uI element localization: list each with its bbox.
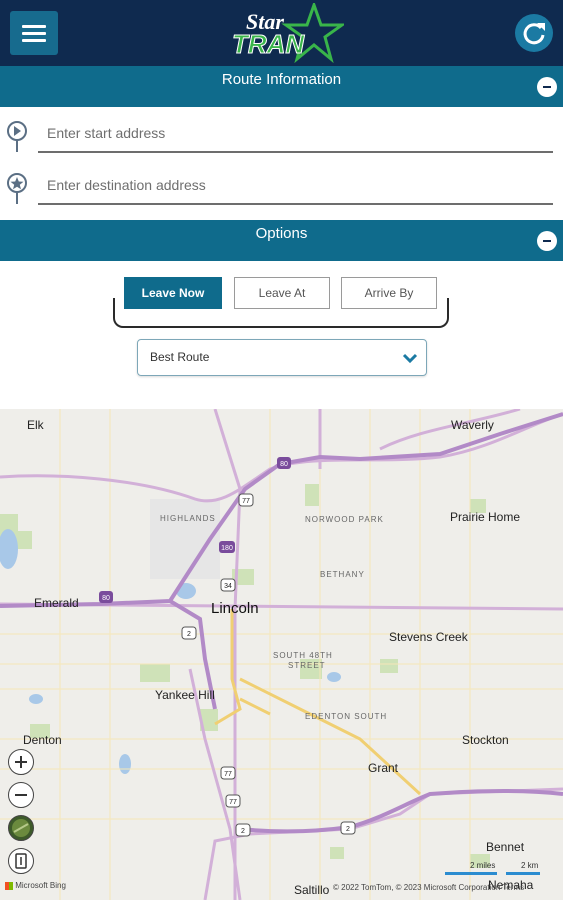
svg-text:77: 77 <box>224 771 232 778</box>
layers-icon <box>15 853 27 869</box>
leave-at-button[interactable]: Leave At <box>234 277 330 309</box>
map-label-south-48th: SOUTH 48TH <box>273 651 333 660</box>
map-label-saltillo: Saltillo <box>294 883 330 897</box>
startran-logo: Star TRAN <box>228 0 347 64</box>
chevron-down-icon <box>402 353 418 364</box>
map-label-stevens-creek: Stevens Creek <box>389 630 468 644</box>
plus-icon <box>15 756 27 768</box>
options-collapse-button[interactable] <box>537 231 557 251</box>
route-type-value: Best Route <box>150 350 210 364</box>
svg-text:2: 2 <box>346 826 350 833</box>
map-label-yankee-hill: Yankee Hill <box>155 688 215 702</box>
svg-text:80: 80 <box>102 595 110 602</box>
options-bar[interactable]: Options <box>0 220 563 261</box>
svg-text:2: 2 <box>187 631 191 638</box>
svg-text:77: 77 <box>242 498 250 505</box>
map-label-prairie-home: Prairie Home <box>450 510 521 524</box>
arrive-by-button[interactable]: Arrive By <box>341 277 437 309</box>
map-label-lincoln: Lincoln <box>211 600 259 617</box>
scale-km-label: 2 km <box>521 861 539 870</box>
start-address-row <box>0 115 563 167</box>
map-label-edenton-south: EDENTON SOUTH <box>305 712 388 721</box>
route-info-bar[interactable]: Route Information <box>0 66 563 107</box>
start-location-pin-icon <box>7 121 27 152</box>
map-label-bethany: BETHANY <box>320 570 365 579</box>
hamburger-icon-bar <box>22 39 46 42</box>
svg-text:77: 77 <box>229 799 237 806</box>
zoom-out-button[interactable] <box>8 782 34 808</box>
satellite-icon <box>12 819 30 837</box>
map-copyright[interactable]: © 2022 TomTom, © 2023 Microsoft Corporat… <box>333 883 524 892</box>
zoom-in-button[interactable] <box>8 749 34 775</box>
map-label-norwood-park: NORWOOD PARK <box>305 515 384 524</box>
route-info-title: Route Information <box>221 71 342 88</box>
route-info-collapse-button[interactable] <box>537 77 557 97</box>
refresh-button[interactable] <box>515 14 553 52</box>
start-address-input[interactable] <box>38 115 553 153</box>
route-type-select[interactable]: Best Route <box>137 339 427 376</box>
svg-text:34: 34 <box>224 583 232 590</box>
logo-tran-text: TRAN <box>232 29 305 59</box>
minus-icon <box>15 794 27 796</box>
scale-miles-bar <box>445 872 497 875</box>
map-label-emerald: Emerald <box>34 596 79 610</box>
map-label-stockton: Stockton <box>462 733 509 747</box>
svg-text:2: 2 <box>241 828 245 835</box>
map-layers-button[interactable] <box>8 848 34 874</box>
map-label-street: STREET <box>288 661 326 670</box>
app-header: Star TRAN <box>0 0 563 66</box>
scale-miles-label: 2 miles <box>470 861 496 870</box>
destination-address-row <box>0 167 563 219</box>
map-label-highlands: HIGHLANDS <box>160 514 216 523</box>
svg-text:80: 80 <box>280 461 288 468</box>
leave-now-button[interactable]: Leave Now <box>124 277 222 309</box>
menu-button[interactable] <box>10 11 58 55</box>
scale-km-bar <box>506 872 540 875</box>
refresh-icon <box>523 23 545 45</box>
bing-attribution: Microsoft Bing <box>5 881 66 890</box>
aerial-view-button[interactable] <box>8 815 34 841</box>
map-label-waverly: Waverly <box>451 418 494 432</box>
map-view[interactable]: 80 77 180 34 80 2 77 77 2 2 Elk Waverly … <box>0 409 563 900</box>
hamburger-icon-bar <box>22 32 46 35</box>
hamburger-icon-bar <box>22 25 46 28</box>
map-label-bennet: Bennet <box>486 840 525 854</box>
map-label-grant: Grant <box>368 761 399 775</box>
destination-address-input[interactable] <box>38 167 553 205</box>
options-title: Options <box>255 225 308 242</box>
map-label-elk: Elk <box>27 418 44 432</box>
windows-logo-icon <box>5 881 13 890</box>
map-label-denton: Denton <box>23 733 62 747</box>
destination-location-pin-icon <box>7 173 27 204</box>
svg-text:180: 180 <box>221 545 233 552</box>
